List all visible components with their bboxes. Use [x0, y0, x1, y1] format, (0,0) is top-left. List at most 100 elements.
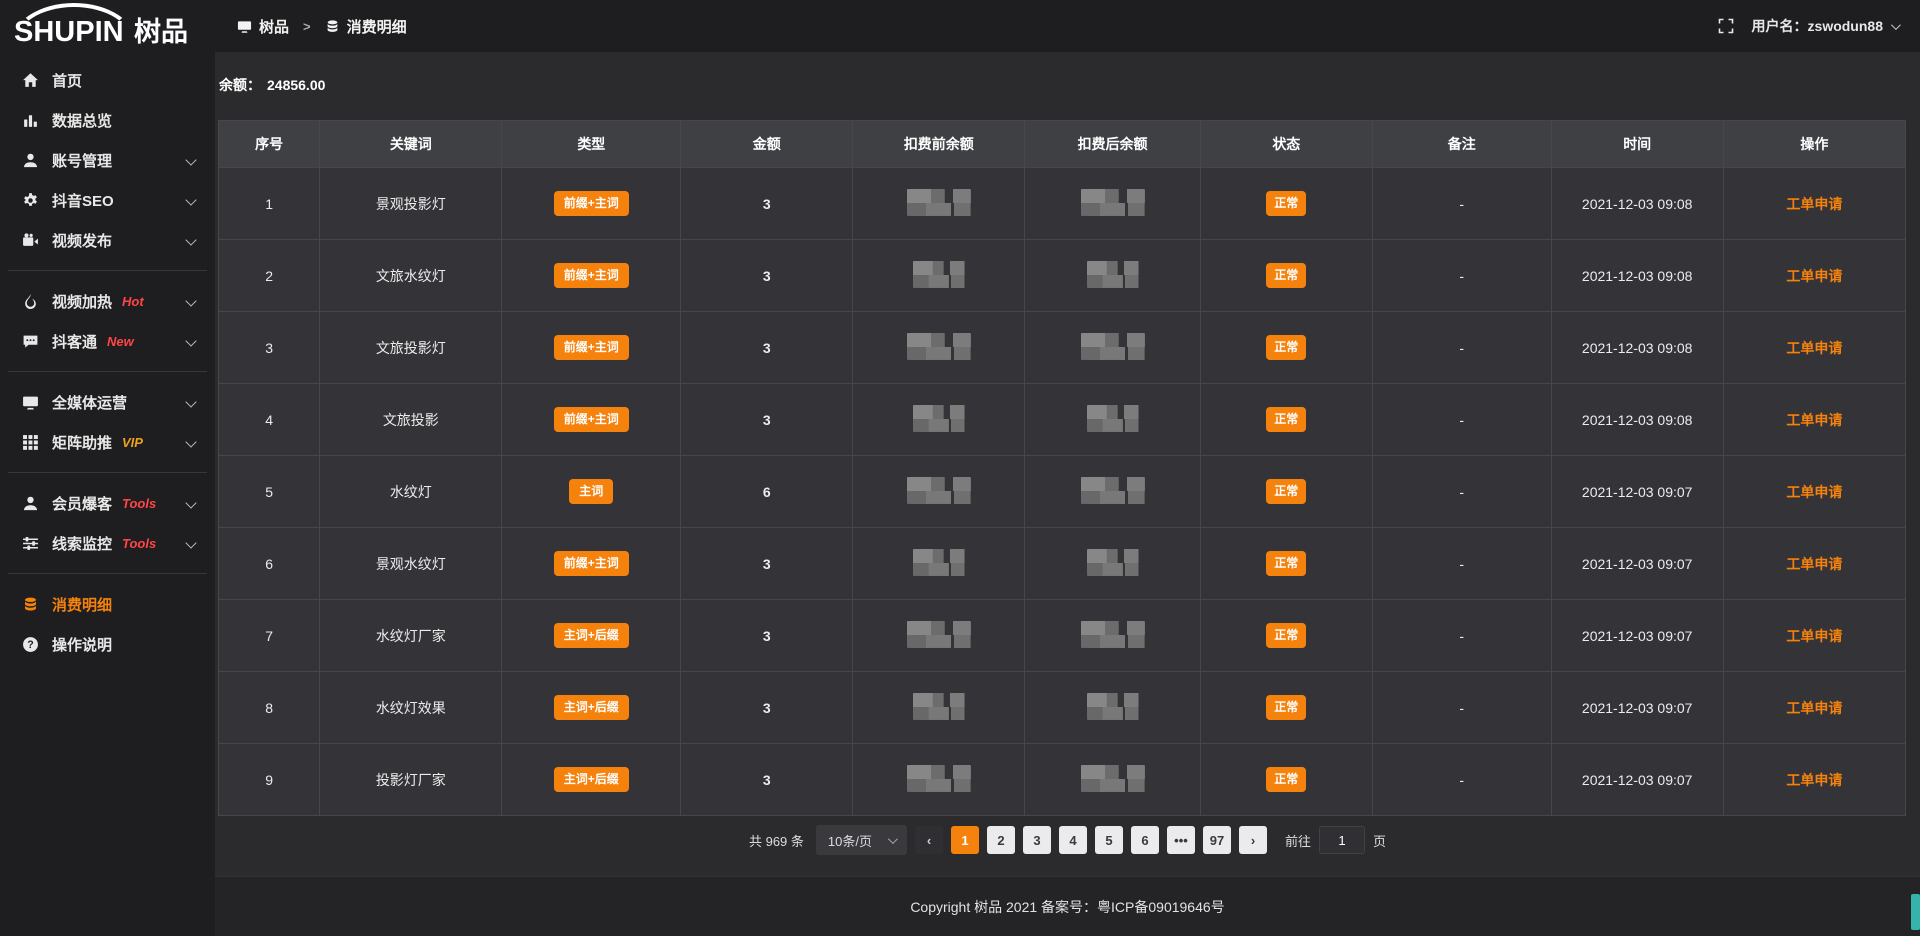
cell-time: 2021-12-03 09:08 [1551, 312, 1723, 384]
table-row: 6 景观水纹灯 前缀+主词 3 正常 - 2021-12-03 09:07 工单… [219, 528, 1906, 600]
cell-keyword: 景观投影灯 [320, 168, 502, 240]
page-button[interactable]: 5 [1095, 826, 1123, 854]
next-page-button[interactable]: › [1239, 826, 1267, 854]
sidebar-item-instructions[interactable]: ? 操作说明 [0, 624, 215, 664]
username-label: 用户名： [1752, 16, 1808, 36]
type-badge: 前缀+主词 [554, 263, 629, 287]
sidebar-item-matrix-boost[interactable]: 矩阵助推 VIP [0, 422, 215, 462]
cell-balance-before [853, 744, 1025, 816]
cell-action: 工单申请 [1723, 456, 1905, 528]
work-order-link[interactable]: 工单申请 [1786, 556, 1842, 572]
page-button-active[interactable]: 1 [951, 826, 979, 854]
work-order-link[interactable]: 工单申请 [1786, 268, 1842, 284]
scrollbar-thumb[interactable] [1911, 894, 1920, 930]
sidebar-item-consume-detail[interactable]: 消费明细 [0, 584, 215, 624]
cell-time: 2021-12-03 09:07 [1551, 456, 1723, 528]
column-header: 备注 [1372, 121, 1551, 168]
consumption-table: 序号关键词类型金额扣费前余额扣费后余额状态备注时间操作 1 景观投影灯 前缀+主… [218, 120, 1906, 816]
cell-type: 主词+后缀 [502, 600, 681, 672]
column-header: 关键词 [320, 121, 502, 168]
breadcrumb-separator: > [303, 19, 311, 34]
cell-balance-before [853, 240, 1025, 312]
chevron-down-icon [185, 436, 196, 447]
cell-balance-after [1025, 744, 1200, 816]
sidebar-divider [8, 371, 207, 372]
sidebar-item-home[interactable]: 首页 [0, 60, 215, 100]
type-badge: 前缀+主词 [554, 551, 629, 575]
cell-time: 2021-12-03 09:07 [1551, 672, 1723, 744]
cell-action: 工单申请 [1723, 384, 1905, 456]
cell-index: 1 [219, 168, 320, 240]
cell-index: 8 [219, 672, 320, 744]
table-row: 7 水纹灯厂家 主词+后缀 3 正常 - 2021-12-03 09:07 工单… [219, 600, 1906, 672]
cell-amount: 3 [681, 744, 853, 816]
page-button[interactable]: 2 [987, 826, 1015, 854]
sidebar-item-badge: VIP [122, 435, 143, 450]
type-badge: 前缀+主词 [554, 335, 629, 359]
blurred-balance-after [1081, 621, 1145, 648]
blurred-balance-before [913, 405, 965, 432]
fullscreen-icon[interactable] [1718, 18, 1734, 34]
work-order-link[interactable]: 工单申请 [1786, 484, 1842, 500]
chevron-down-icon [185, 194, 196, 205]
sidebar-item-douketong[interactable]: 抖客通 New [0, 321, 215, 361]
logo-text-cn: 树品 [134, 17, 188, 47]
status-badge: 正常 [1266, 551, 1306, 575]
sidebar-item-douyin-seo[interactable]: 抖音SEO [0, 180, 215, 220]
cell-balance-after [1025, 312, 1200, 384]
cell-status: 正常 [1200, 384, 1372, 456]
cell-remark: - [1372, 312, 1551, 384]
cell-status: 正常 [1200, 456, 1372, 528]
status-badge: 正常 [1266, 479, 1306, 503]
cell-type: 前缀+主词 [502, 240, 681, 312]
cell-index: 2 [219, 240, 320, 312]
page-button[interactable]: 4 [1059, 826, 1087, 854]
page-button[interactable]: 3 [1023, 826, 1051, 854]
goto-page-input[interactable] [1319, 826, 1365, 854]
sidebar-menu: 首页 数据总览 账号管理 抖音SEO 视频发布 视频加热 Hot 抖客通 New… [0, 52, 215, 664]
sidebar-item-clue-monitor[interactable]: 线索监控 Tools [0, 523, 215, 563]
cell-status: 正常 [1200, 528, 1372, 600]
work-order-link[interactable]: 工单申请 [1786, 196, 1842, 212]
blurred-balance-before [907, 189, 971, 216]
more-pages-button[interactable]: ••• [1167, 826, 1195, 854]
table-row: 1 景观投影灯 前缀+主词 3 正常 - 2021-12-03 09:08 工单… [219, 168, 1906, 240]
sliders-icon [22, 535, 39, 552]
work-order-link[interactable]: 工单申请 [1786, 412, 1842, 428]
table-row: 9 投影灯厂家 主词+后缀 3 正常 - 2021-12-03 09:07 工单… [219, 744, 1906, 816]
blurred-balance-before [907, 477, 971, 504]
work-order-link[interactable]: 工单申请 [1786, 628, 1842, 644]
sidebar-item-all-media[interactable]: 全媒体运营 [0, 382, 215, 422]
prev-page-button[interactable]: ‹ [915, 826, 943, 854]
page-size-value: 10条/页 [828, 831, 872, 850]
sidebar-item-video-heat[interactable]: 视频加热 Hot [0, 281, 215, 321]
cell-status: 正常 [1200, 312, 1372, 384]
username-value: zswodun88 [1808, 18, 1883, 34]
main-content: 余额：24856.00 序号关键词类型金额扣费前余额扣费后余额状态备注时间操作 … [215, 52, 1920, 936]
sidebar-item-video-publish[interactable]: 视频发布 [0, 220, 215, 260]
username-dropdown[interactable]: 用户名： zswodun88 [1752, 16, 1898, 36]
sidebar-item-account-manage[interactable]: 账号管理 [0, 140, 215, 180]
breadcrumb-item-current[interactable]: 消费明细 [325, 16, 407, 37]
status-badge: 正常 [1266, 623, 1306, 647]
breadcrumb-item-home[interactable]: 树品 [237, 16, 289, 37]
blurred-balance-before [913, 693, 965, 720]
table-row: 2 文旅水纹灯 前缀+主词 3 正常 - 2021-12-03 09:08 工单… [219, 240, 1906, 312]
video-icon [22, 232, 39, 249]
page-button[interactable]: 6 [1131, 826, 1159, 854]
sidebar-item-member-baoke[interactable]: 会员爆客 Tools [0, 483, 215, 523]
page-size-select[interactable]: 10条/页 [816, 825, 907, 855]
work-order-link[interactable]: 工单申请 [1786, 772, 1842, 788]
cell-keyword: 水纹灯效果 [320, 672, 502, 744]
cell-time: 2021-12-03 09:08 [1551, 168, 1723, 240]
sidebar-item-badge: Hot [122, 294, 144, 309]
work-order-link[interactable]: 工单申请 [1786, 340, 1842, 356]
cell-balance-after [1025, 240, 1200, 312]
sidebar-item-data-overview[interactable]: 数据总览 [0, 100, 215, 140]
cell-action: 工单申请 [1723, 744, 1905, 816]
work-order-link[interactable]: 工单申请 [1786, 700, 1842, 716]
table-row: 5 水纹灯 主词 6 正常 - 2021-12-03 09:07 工单申请 [219, 456, 1906, 528]
type-badge: 前缀+主词 [554, 191, 629, 215]
cell-time: 2021-12-03 09:07 [1551, 744, 1723, 816]
page-button[interactable]: 97 [1203, 826, 1231, 854]
